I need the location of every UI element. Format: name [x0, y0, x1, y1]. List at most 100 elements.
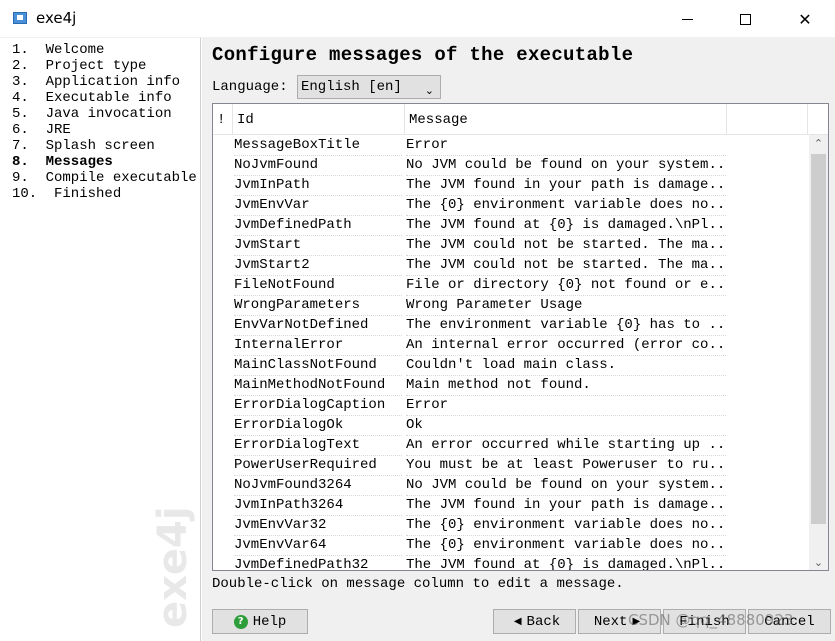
table-row[interactable]: ErrorDialogCaption Error [213, 395, 808, 416]
column-header-id[interactable]: Id [233, 104, 405, 135]
message-text-cell[interactable]: Wrong Parameter Usage [406, 295, 726, 316]
close-icon: ✕ [798, 9, 812, 29]
column-header-message[interactable]: Message [405, 104, 727, 135]
message-text-cell[interactable]: Error [406, 395, 726, 416]
language-selected-value: English [en] [301, 79, 402, 95]
message-id-cell[interactable]: NoJvmFound3264 [234, 475, 402, 496]
title-bar: exe4j ✕ [0, 0, 835, 38]
window-title: exe4j [36, 9, 77, 27]
exe4j-logo: exe4j [150, 506, 196, 628]
message-id-cell[interactable]: ErrorDialogCaption [234, 395, 402, 416]
message-text-cell[interactable]: Error [406, 135, 726, 156]
maximize-button[interactable] [716, 0, 774, 38]
arrow-left-icon: ◀ [513, 616, 522, 627]
step-item: 9. Compile executable [12, 170, 197, 186]
table-row[interactable]: JvmInPath The JVM found in your path is d… [213, 175, 808, 196]
table-row[interactable]: JvmDefinedPath The JVM found at {0} is da… [213, 215, 808, 236]
table-row[interactable]: NoJvmFound No JVM could be found on your … [213, 155, 808, 176]
scroll-down-icon[interactable]: ⌄ [809, 554, 828, 570]
message-text-cell[interactable]: The environment variable {0} has to ... [406, 315, 726, 336]
table-row[interactable]: MainClassNotFound Couldn't load main clas… [213, 355, 808, 376]
table-row[interactable]: InternalError An internal error occurred … [213, 335, 808, 356]
message-text-cell[interactable]: The {0} environment variable does no... [406, 515, 726, 536]
message-text-cell[interactable]: You must be at least Poweruser to ru... [406, 455, 726, 476]
message-id-cell[interactable]: JvmEnvVar32 [234, 515, 402, 536]
message-text-cell[interactable]: No JVM could be found on your system... [406, 475, 726, 496]
vertical-scrollbar[interactable]: ⌃ ⌄ [809, 135, 828, 570]
table-row[interactable]: WrongParameters Wrong Parameter Usage [213, 295, 808, 316]
message-id-cell[interactable]: MainMethodNotFound [234, 375, 402, 396]
table-row[interactable]: ErrorDialogOk Ok [213, 415, 808, 436]
message-text-cell[interactable]: The {0} environment variable does no... [406, 195, 726, 216]
message-text-cell[interactable]: An error occurred while starting up ... [406, 435, 726, 456]
message-id-cell[interactable]: MainClassNotFound [234, 355, 402, 376]
table-row[interactable]: JvmDefinedPath32 The JVM found at {0} is … [213, 555, 808, 570]
message-id-cell[interactable]: EnvVarNotDefined [234, 315, 402, 336]
message-id-cell[interactable]: JvmInPath [234, 175, 402, 196]
messages-table: ! Id Message MessageBoxTitle Error NoJvmFo… [212, 103, 829, 571]
message-text-cell[interactable]: The JVM found at {0} is damaged.\nPl... [406, 555, 726, 570]
message-id-cell[interactable]: JvmDefinedPath [234, 215, 402, 236]
message-id-cell[interactable]: JvmStart [234, 235, 402, 256]
table-row[interactable]: ErrorDialogText An error occurred while s… [213, 435, 808, 456]
message-id-cell[interactable]: JvmStart2 [234, 255, 402, 276]
table-row[interactable]: JvmEnvVar32 The {0} environment variable … [213, 515, 808, 536]
steps-sidebar: 1. Welcome 2. Project type 3. Application … [0, 38, 201, 641]
scrollbar-thumb[interactable] [811, 154, 826, 524]
scroll-up-icon[interactable]: ⌃ [809, 135, 828, 152]
csdn-watermark: CSDN @qq_48880923 [628, 611, 794, 629]
table-row[interactable]: JvmInPath3264 The JVM found in your path … [213, 495, 808, 516]
message-text-cell[interactable]: The {0} environment variable does no... [406, 535, 726, 556]
message-text-cell[interactable]: No JVM could be found on your system... [406, 155, 726, 176]
language-select[interactable]: English [en] ⌄ [297, 75, 441, 99]
back-label: Back [526, 613, 561, 630]
message-id-cell[interactable]: JvmEnvVar64 [234, 535, 402, 556]
message-id-cell[interactable]: ErrorDialogText [234, 435, 402, 456]
table-row[interactable]: MainMethodNotFound Main method not found. [213, 375, 808, 396]
column-header-flag[interactable]: ! [213, 104, 233, 135]
message-id-cell[interactable]: NoJvmFound [234, 155, 402, 176]
message-id-cell[interactable]: InternalError [234, 335, 402, 356]
message-id-cell[interactable]: PowerUserRequired [234, 455, 402, 476]
page-title: Configure messages of the executable [212, 44, 634, 66]
table-row[interactable]: FileNotFound File or directory {0} not fo… [213, 275, 808, 296]
table-row[interactable]: EnvVarNotDefined The environment variable… [213, 315, 808, 336]
message-id-cell[interactable]: JvmInPath3264 [234, 495, 402, 516]
message-id-cell[interactable]: FileNotFound [234, 275, 402, 296]
language-label: Language: [212, 79, 288, 95]
message-id-cell[interactable]: JvmEnvVar [234, 195, 402, 216]
close-button[interactable]: ✕ [776, 0, 834, 38]
table-row[interactable]: JvmStart The JVM could not be started. Th… [213, 235, 808, 256]
table-header: ! Id Message [213, 104, 828, 135]
step-item: 6. JRE [12, 122, 71, 138]
help-button[interactable]: ? Help [212, 609, 308, 634]
step-item: 1. Welcome [12, 42, 105, 58]
table-row[interactable]: NoJvmFound3264 No JVM could be found on y… [213, 475, 808, 496]
message-text-cell[interactable]: The JVM could not be started. The ma... [406, 255, 726, 276]
message-text-cell[interactable]: Couldn't load main class. [406, 355, 726, 376]
back-button[interactable]: ◀ Back [493, 609, 576, 634]
step-item: 3. Application info [12, 74, 181, 90]
message-text-cell[interactable]: An internal error occurred (error co... [406, 335, 726, 356]
message-text-cell[interactable]: Ok [406, 415, 726, 436]
message-text-cell[interactable]: The JVM could not be started. The ma... [406, 235, 726, 256]
table-row[interactable]: JvmEnvVar The {0} environment variable do… [213, 195, 808, 216]
message-text-cell[interactable]: The JVM found at {0} is damaged.\nPl... [406, 215, 726, 236]
step-item: 10. Finished [12, 186, 122, 202]
table-body: MessageBoxTitle Error NoJvmFound No JVM cou… [213, 135, 808, 570]
help-icon: ? [233, 614, 248, 629]
steps-list: 1. Welcome 2. Project type 3. Application … [12, 42, 197, 202]
message-text-cell[interactable]: Main method not found. [406, 375, 726, 396]
message-id-cell[interactable]: MessageBoxTitle [234, 135, 402, 156]
message-text-cell[interactable]: The JVM found in your path is damage... [406, 175, 726, 196]
table-row[interactable]: JvmStart2 The JVM could not be started. T… [213, 255, 808, 276]
minimize-button[interactable] [658, 0, 716, 38]
message-text-cell[interactable]: The JVM found in your path is damage... [406, 495, 726, 516]
message-text-cell[interactable]: File or directory {0} not found or e... [406, 275, 726, 296]
table-row[interactable]: MessageBoxTitle Error [213, 135, 808, 156]
table-row[interactable]: PowerUserRequired You must be at least Po… [213, 455, 808, 476]
message-id-cell[interactable]: JvmDefinedPath32 [234, 555, 402, 570]
message-id-cell[interactable]: WrongParameters [234, 295, 402, 316]
table-row[interactable]: JvmEnvVar64 The {0} environment variable … [213, 535, 808, 556]
message-id-cell[interactable]: ErrorDialogOk [234, 415, 402, 436]
